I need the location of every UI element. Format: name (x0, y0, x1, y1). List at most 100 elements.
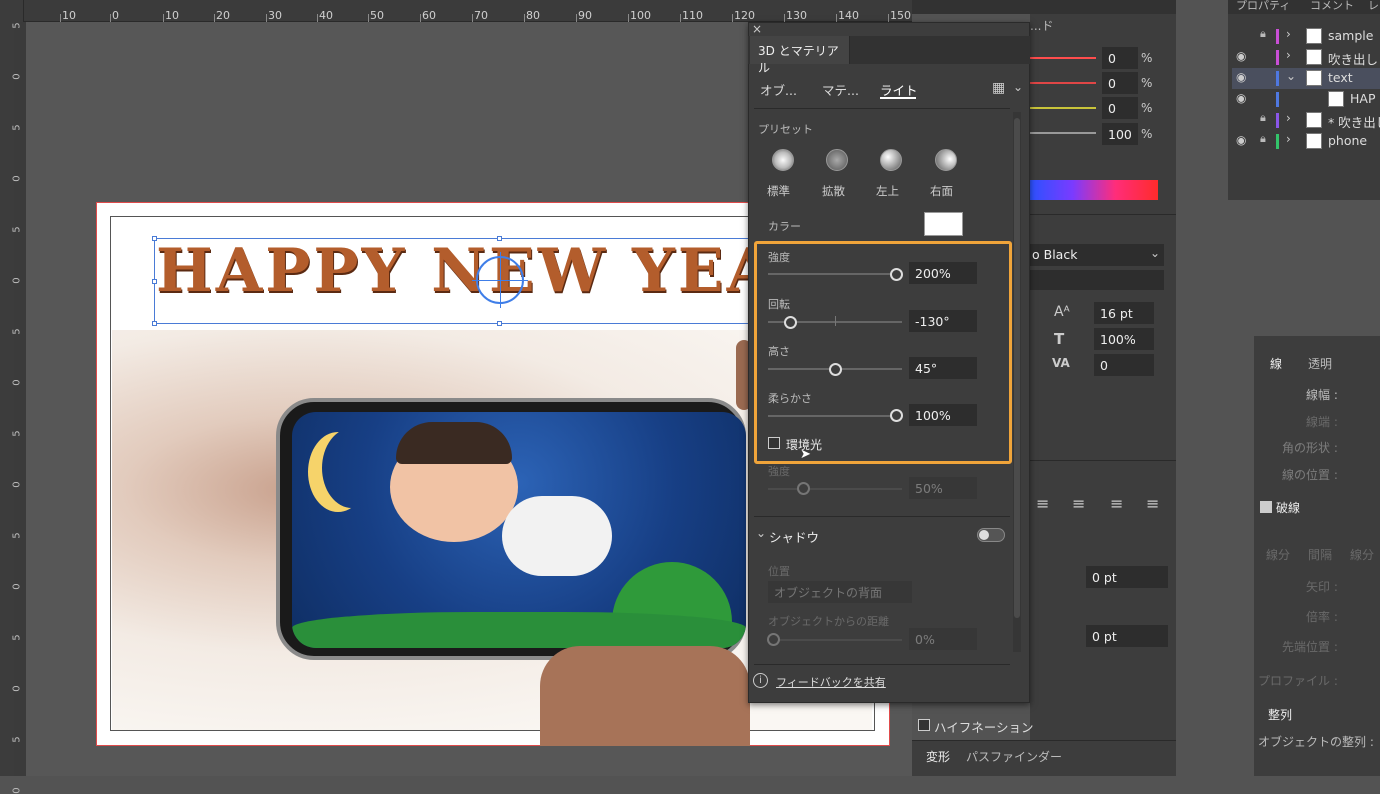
render-settings-icon[interactable]: ▦ (992, 80, 1005, 96)
align-right-icon[interactable]: ≡ (1110, 494, 1123, 513)
align-center-icon[interactable]: ≡ (1072, 494, 1085, 513)
shadow-toggle[interactable] (977, 528, 1005, 542)
tab-align[interactable]: 整列 (1268, 706, 1292, 723)
percent-field[interactable]: 0 (1102, 97, 1138, 119)
vertical-scale-field[interactable]: 100% (1094, 328, 1154, 350)
eye-icon[interactable]: ◉ (1236, 91, 1246, 105)
expand-chevron-icon[interactable]: ⌄ (1286, 69, 1296, 83)
ambient-intensity-field[interactable]: 50% (909, 477, 977, 499)
presets-label: プリセット (758, 123, 813, 136)
color-slider-track[interactable] (1030, 132, 1096, 134)
color-spectrum[interactable] (1030, 180, 1158, 200)
3d-rotation-widget[interactable] (472, 252, 528, 308)
panel-title[interactable]: 3D とマテリアル (750, 36, 850, 75)
chevron-down-icon[interactable]: ⌄ (1013, 80, 1023, 94)
tab-layers[interactable]: レ (1368, 0, 1379, 13)
selection-bounding-box[interactable] (152, 236, 754, 326)
percent-field[interactable]: 100 (1102, 123, 1138, 145)
tab-transparency[interactable]: 透明 (1308, 355, 1332, 372)
panel-tab-partial[interactable]: ...ド (1030, 17, 1053, 34)
tab-pathfinder[interactable]: パスファインダー (966, 748, 1062, 765)
percent-unit: % (1141, 127, 1153, 141)
vertical-ruler: 5 0 5 0 5 0 5 0 5 0 5 0 5 0 5 0 (11, 22, 26, 794)
tab-materials[interactable]: マテ... (822, 80, 859, 99)
shadow-distance-field[interactable]: 0% (909, 628, 977, 650)
resize-handle[interactable] (152, 279, 157, 284)
percent-field[interactable]: 0 (1102, 72, 1138, 94)
ruler-tick-label: 5 (11, 634, 23, 641)
shadow-position-label: 位置 (768, 565, 790, 578)
color-slider-track[interactable] (1030, 107, 1096, 109)
ambient-intensity-knob[interactable] (797, 482, 810, 495)
tracking-field[interactable]: 0 (1094, 354, 1154, 376)
ambient-intensity-slider[interactable] (768, 488, 902, 490)
tab-properties[interactable]: プロパティ (1236, 0, 1290, 13)
expand-chevron-icon[interactable]: › (1286, 132, 1291, 146)
ruler-tick (214, 14, 215, 22)
dashed-checkbox[interactable] (1260, 501, 1272, 513)
align-left-icon[interactable]: ≡ (1036, 494, 1049, 513)
tab-object[interactable]: オブ... (760, 80, 797, 99)
layer-row[interactable]: ◉ › 吹き出し (1232, 47, 1380, 68)
preset-standard-icon[interactable] (772, 149, 794, 171)
shadow-distance-slider[interactable] (768, 639, 902, 641)
share-feedback-link[interactable]: フィードバックを共有 (776, 674, 886, 690)
preset-diffuse-icon[interactable] (826, 149, 848, 171)
layer-name: HAP (1350, 91, 1376, 106)
stroke-weight-label: 線幅 : (1306, 388, 1338, 402)
font-family-select[interactable]: o Black ⌄ (1030, 244, 1164, 266)
color-label: カラー (768, 220, 801, 233)
hyphenation-checkbox[interactable] (918, 719, 930, 731)
font-style-select[interactable] (1030, 270, 1164, 290)
close-icon[interactable]: × (752, 22, 762, 36)
eye-icon[interactable]: ◉ (1236, 133, 1246, 147)
tab-stroke[interactable]: 線 (1270, 355, 1282, 372)
preset-right-icon[interactable] (935, 149, 957, 171)
justify-icon[interactable]: ≡ (1146, 494, 1159, 513)
percent-field[interactable]: 0 (1102, 47, 1138, 69)
shadow-section-title[interactable]: シャドウ (769, 527, 819, 546)
resize-handle[interactable] (497, 321, 502, 326)
indent-field[interactable]: 0 pt (1086, 566, 1168, 588)
resize-handle[interactable] (152, 321, 157, 326)
preset-label: 右面 (930, 184, 953, 198)
font-size-field[interactable]: 16 pt (1094, 302, 1154, 324)
preset-top-left-icon[interactable] (880, 149, 902, 171)
eye-icon[interactable]: ◉ (1236, 70, 1246, 84)
layer-row[interactable]: ◉ 🔒︎ › phone (1232, 131, 1380, 152)
layer-row[interactable]: ◉ HAP (1232, 89, 1380, 110)
lock-icon[interactable]: 🔒︎ (1260, 132, 1266, 146)
baby-hair (396, 422, 512, 464)
lock-icon[interactable]: 🔒︎ (1260, 27, 1266, 41)
light-color-swatch[interactable] (924, 212, 963, 236)
phone-screen-image (292, 412, 746, 648)
eye-icon[interactable]: ◉ (1236, 49, 1246, 63)
indent-field[interactable]: 0 pt (1086, 625, 1168, 647)
active-tab-underline (880, 97, 916, 99)
expand-chevron-icon[interactable]: › (1286, 48, 1291, 62)
layer-row[interactable]: ◉ ⌄ text (1232, 68, 1380, 89)
scrollbar[interactable] (1013, 112, 1021, 652)
resize-handle[interactable] (497, 236, 502, 241)
color-slider-track[interactable] (1030, 82, 1096, 84)
layer-row[interactable]: 🔒︎ › sample (1232, 26, 1380, 47)
shadow-position-select[interactable]: オブジェクトの背面 (768, 581, 912, 603)
ruler-tick-label: 0 (11, 787, 23, 794)
tab-transform[interactable]: 変形 (926, 748, 950, 765)
lock-icon[interactable]: 🔒︎ (1260, 111, 1266, 125)
tab-comments[interactable]: コメント (1310, 0, 1354, 13)
horizontal-ruler: 10 0 10 20 30 40 50 60 70 80 90 100 110 120 130 140 150 (24, 0, 912, 22)
arrowhead-label: 矢印 : (1306, 580, 1338, 594)
ruler-tick (110, 14, 111, 22)
ruler-tick-label: 120 (734, 9, 755, 22)
divider (754, 516, 1010, 517)
color-slider-track[interactable] (1030, 57, 1096, 59)
expand-chevron-icon[interactable]: › (1286, 27, 1291, 41)
resize-handle[interactable] (152, 236, 157, 241)
layer-row[interactable]: 🔒︎ › * 吹き出し (1232, 110, 1380, 131)
chevron-down-icon[interactable]: ⌄ (756, 526, 766, 540)
shadow-distance-knob[interactable] (767, 633, 780, 646)
divider (754, 664, 1010, 665)
expand-chevron-icon[interactable]: › (1286, 111, 1291, 125)
layer-name: phone (1328, 133, 1368, 148)
